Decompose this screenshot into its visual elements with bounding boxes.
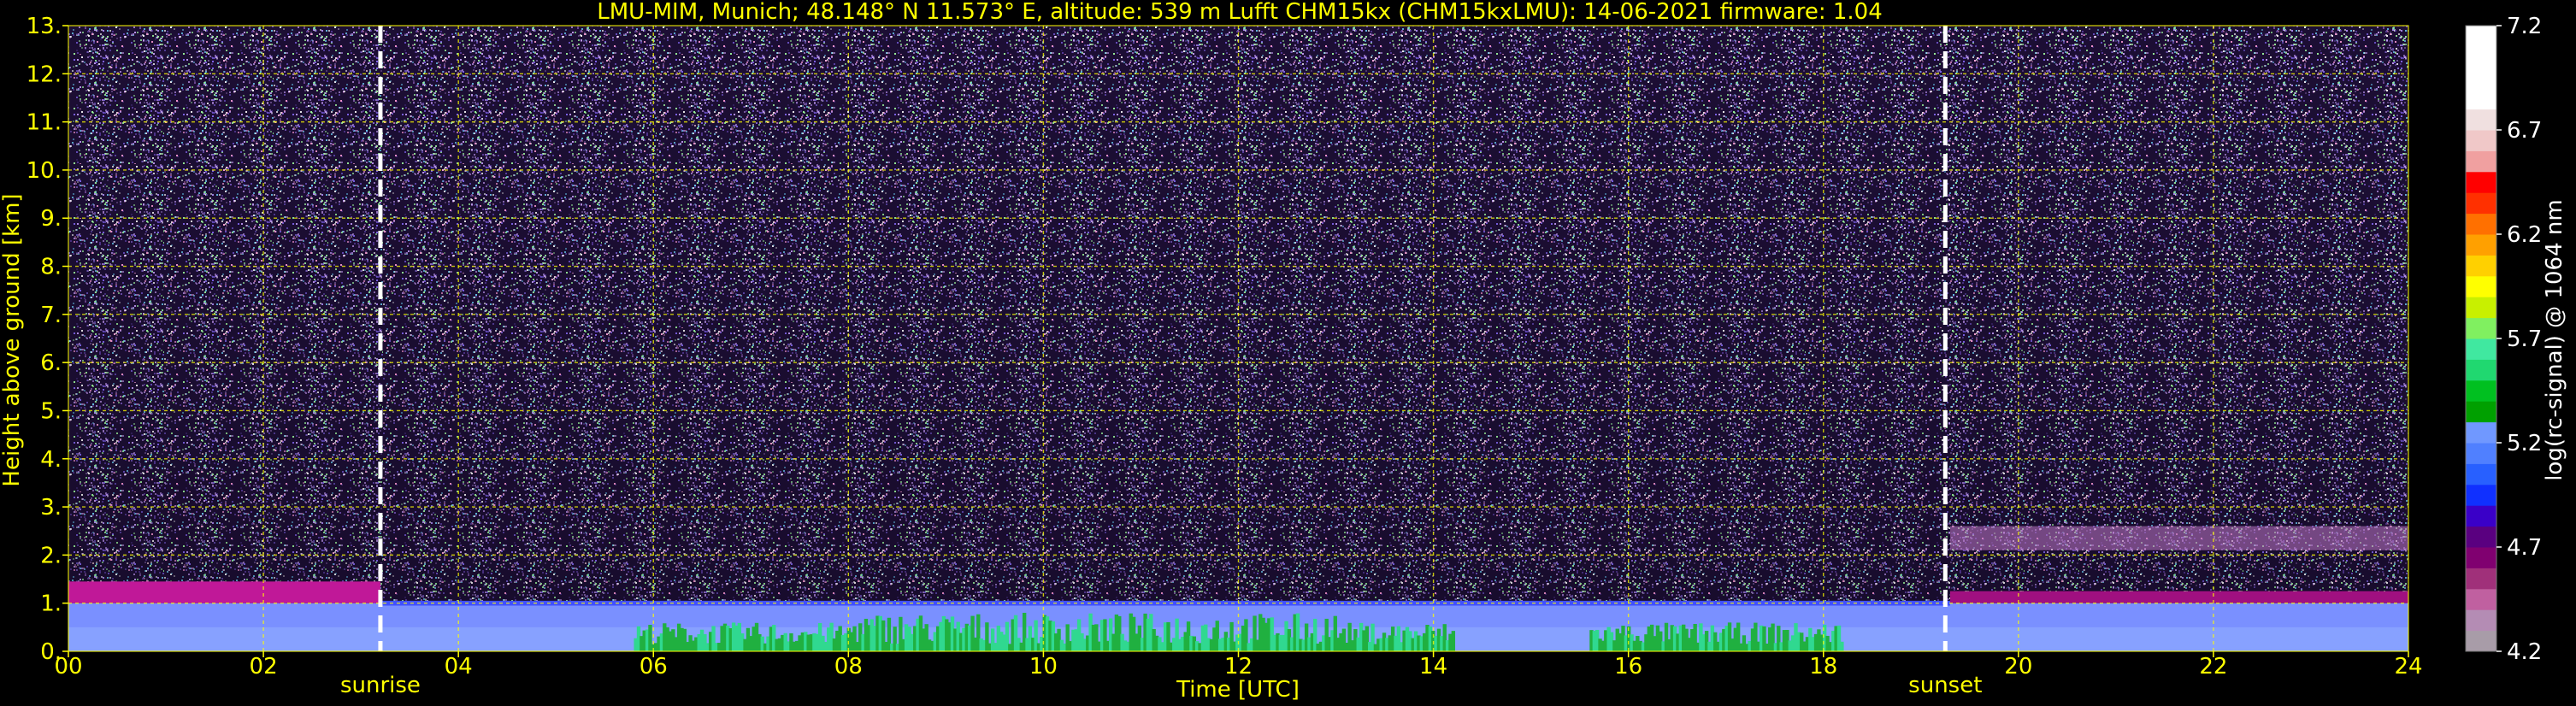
x-tick-label: 06 [640,654,668,680]
y-tick-label: 5. [40,398,62,424]
y-tick-label: 4. [40,447,62,473]
colorbar-swatch [2466,297,2496,319]
x-tick-label: 04 [445,654,473,680]
colorbar-swatch [2466,630,2496,652]
plot-area: sunrise sunset [68,25,2409,698]
colorbar-swatch [2466,379,2496,402]
x-tick-label: 14 [1419,654,1447,680]
colorbar-tick-label: 5.2 [2507,431,2542,456]
y-tick-label: 12. [27,62,62,87]
colorbar-label: log(rc-signal) @ 1064 nm [2542,199,2567,480]
colorbar-swatch [2466,526,2496,548]
colorbar-swatch [2466,401,2496,423]
colorbar-swatch [2466,67,2496,89]
colorbar-swatch [2466,359,2496,381]
colorbar-swatch [2466,484,2496,506]
colorbar-tick-label: 4.7 [2507,535,2542,561]
colorbar-swatch [2466,213,2496,235]
x-tick-label: 02 [250,654,278,680]
y-axis: 0. 1. 2. 3. 4. 5. 6. 7. 8. 9. 10. 11. 12. 13. [27,14,68,665]
colorbar-tick-label: 7.2 [2507,14,2542,39]
noise-fade [68,26,2408,651]
x-tick-label: 18 [1809,654,1837,680]
chart-title: LMU-MIM, Munich; 48.148° N 11.573° E, al… [597,0,1882,25]
colorbar-swatch [2466,609,2496,632]
colorbar-swatch [2466,26,2496,47]
colorbar-tick-label: 6.7 [2507,118,2542,144]
colorbar-swatch [2466,150,2496,173]
annotation-label-sunrise: sunrise [340,673,421,698]
colorbar-swatch [2466,275,2496,297]
y-tick-label: 8. [40,255,62,280]
residual-layer-morning [68,581,380,603]
colorbar-tick-label: 5.7 [2507,327,2542,352]
colorbar-swatch [2466,171,2496,193]
x-tick-label: 20 [2004,654,2032,680]
y-tick-label: 1. [40,591,62,617]
x-tick-label: 12 [1224,654,1253,680]
colorbar-swatch [2466,463,2496,485]
y-tick-label: 10. [27,158,62,184]
colorbar-swatch [2466,192,2496,215]
colorbar-tick-label: 4.2 [2507,639,2542,665]
colorbar-swatch [2466,443,2496,464]
y-tick-label: 0. [40,639,62,665]
y-axis-label: Height above ground [km] [0,193,25,486]
annotation-label-sunset: sunset [1908,673,1982,698]
y-tick-label: 7. [40,303,62,328]
y-tick-label: 9. [40,206,62,232]
colorbar: 4.2 4.7 5.2 5.7 6.2 6.7 7.2 [2465,14,2542,665]
x-tick-label: 22 [2199,654,2227,680]
colorbar-swatch [2466,421,2496,444]
colorbar-tick-label: 6.2 [2507,222,2542,248]
y-tick-label: 11. [27,110,62,136]
colorbar-swatch [2466,338,2496,360]
colorbar-swatch [2466,109,2496,131]
y-tick-label: 2. [40,543,62,568]
colorbar-swatch [2466,505,2496,527]
colorbar-swatch [2466,568,2496,590]
colorbar-swatch [2466,88,2496,110]
x-axis-label: Time [UTC] [1176,677,1300,703]
x-tick-label: 16 [1614,654,1642,680]
colorbar-swatch [2466,46,2496,68]
colorbar-swatch [2466,255,2496,277]
colorbar-swatch [2466,547,2496,568]
ceilometer-chart: LMU-MIM, Munich; 48.148° N 11.573° E, al… [0,0,2567,703]
colorbar-swatch [2466,588,2496,610]
colorbar-swatch [2466,130,2496,151]
x-tick-label: 08 [834,654,863,680]
y-tick-label: 3. [40,495,62,521]
y-tick-label: 13. [27,14,62,39]
colorbar-swatch [2466,317,2496,339]
x-tick-label: 24 [2394,654,2422,680]
colorbar-swatch [2466,234,2496,256]
x-tick-label: 10 [1029,654,1058,680]
y-tick-label: 6. [40,350,62,376]
